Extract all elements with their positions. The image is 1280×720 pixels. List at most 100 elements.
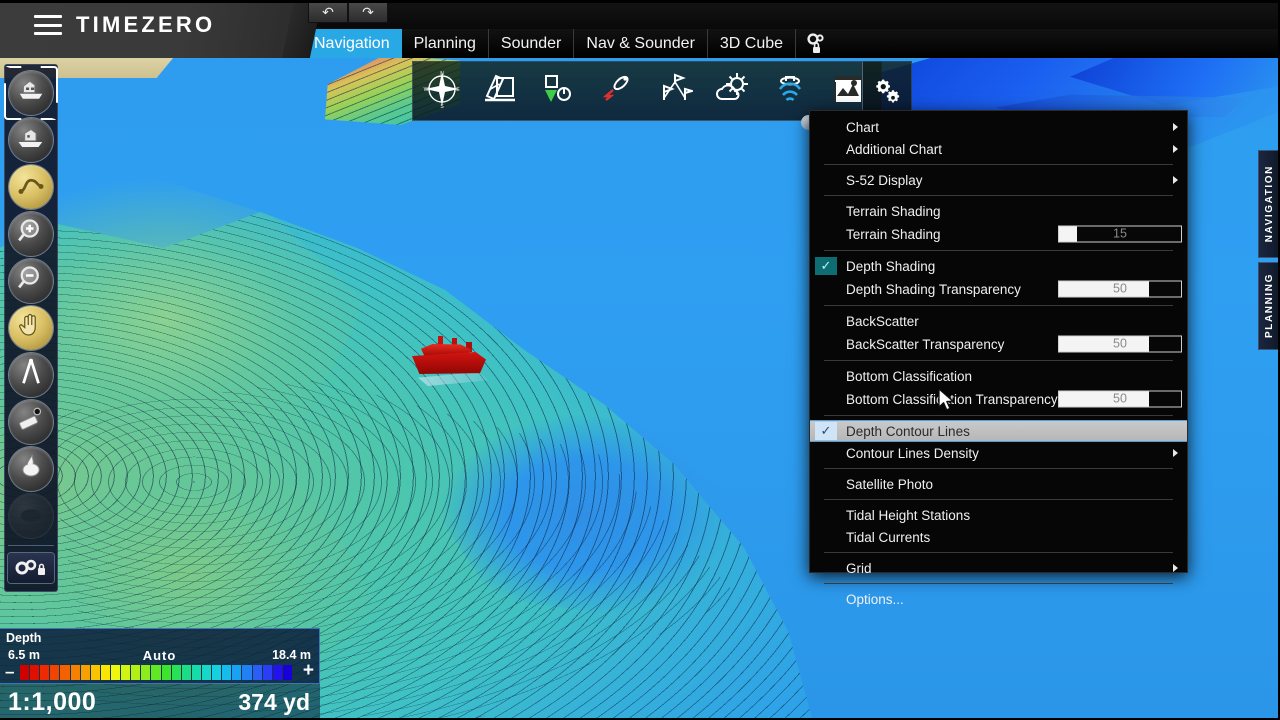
menu-item-grid[interactable]: Grid xyxy=(810,557,1187,579)
checkbox-empty-icon xyxy=(815,590,837,608)
fishing-lure-icon xyxy=(597,70,635,113)
menu-item-label: Additional Chart xyxy=(846,142,942,157)
workspace-tab-bar: NavigationPlanningSounderNav & Sounder3D… xyxy=(302,29,1280,58)
center-on-boat-tool[interactable] xyxy=(9,71,53,115)
own-ship-3d-model[interactable] xyxy=(408,336,490,380)
tab-navigation[interactable]: Navigation xyxy=(302,29,402,58)
depth-increase-button[interactable]: + xyxy=(303,662,314,679)
chevron-right-icon xyxy=(1173,449,1178,457)
vessel-hull xyxy=(412,352,486,374)
tab-sounder[interactable]: Sounder xyxy=(489,29,575,58)
mouse-cursor xyxy=(938,388,956,414)
sidebar-tab-navigation-label: NAVIGATION xyxy=(1264,165,1275,242)
menu-item-bottom-classification[interactable]: Bottom Classification xyxy=(810,365,1187,387)
tab-3d-cube[interactable]: 3D Cube xyxy=(708,29,796,58)
menu-item-terrain-shading[interactable]: Terrain Shading xyxy=(810,200,1187,222)
menu-item-label: Depth Shading Transparency xyxy=(846,282,1021,297)
menu-item-depth-shading-transparency[interactable]: Depth Shading Transparency 50 xyxy=(810,277,1187,301)
menu-item-bottom-classification-transparency[interactable]: Bottom Classification Transparency50 xyxy=(810,387,1187,411)
boat-icon xyxy=(16,122,46,158)
menu-item-terrain-shading[interactable]: Terrain Shading15 xyxy=(810,222,1187,246)
menu-item-label: Depth Contour Lines xyxy=(846,424,970,439)
redo-button[interactable]: ↷ xyxy=(348,1,388,23)
left-toolbar-settings-button[interactable] xyxy=(8,553,54,583)
depth-color-swatch xyxy=(222,665,231,680)
boat-tool[interactable] xyxy=(9,118,53,162)
menu-item-label: Chart xyxy=(846,120,879,135)
zoom-in-tool[interactable] xyxy=(9,212,53,256)
hamburger-icon[interactable] xyxy=(34,15,62,35)
slider-bottom-classification-transparency[interactable]: 50 xyxy=(1058,391,1182,408)
depth-color-scale[interactable] xyxy=(20,665,292,680)
depth-color-swatch xyxy=(40,665,49,680)
eraser-tool[interactable] xyxy=(9,400,53,444)
gears-lock-icon xyxy=(804,32,828,56)
route-tool[interactable] xyxy=(9,165,53,209)
menu-item-satellite-photo[interactable]: Satellite Photo xyxy=(810,473,1187,495)
sidebar-tab-planning-label: PLANNING xyxy=(1264,273,1275,338)
zoom-out-tool[interactable] xyxy=(9,259,53,303)
brand-bar: TIMEZERO xyxy=(0,0,302,58)
undo-button[interactable]: ↶ xyxy=(308,1,348,23)
slider-terrain-shading[interactable]: 15 xyxy=(1058,226,1182,243)
menu-separator xyxy=(824,360,1173,361)
menu-separator xyxy=(824,468,1173,469)
tab-settings-icon[interactable] xyxy=(796,29,836,58)
menu-item-label: Grid xyxy=(846,561,872,576)
depth-color-swatch xyxy=(141,665,150,680)
checkmark-icon: ✓ xyxy=(815,422,837,440)
objects-tool[interactable] xyxy=(529,62,587,120)
svg-text:E: E xyxy=(456,87,460,93)
depth-color-swatch xyxy=(111,665,120,680)
depth-color-swatch xyxy=(30,665,39,680)
menu-item-tidal-height-stations[interactable]: Tidal Height Stations xyxy=(810,504,1187,526)
chevron-right-icon xyxy=(1173,176,1178,184)
menu-item-label: BackScatter Transparency xyxy=(846,337,1004,352)
measure-tool[interactable] xyxy=(9,353,53,397)
menu-item-label: Bottom Classification xyxy=(846,369,972,384)
slider-depth-shading-transparency[interactable]: 50 xyxy=(1058,281,1182,298)
menu-item-contour-lines-density[interactable]: Contour Lines Density xyxy=(810,442,1187,464)
menu-item-backscatter[interactable]: BackScatter xyxy=(810,310,1187,332)
paint-drop-icon xyxy=(16,451,46,487)
sidebar-tab-navigation[interactable]: NAVIGATION xyxy=(1258,150,1280,258)
tab-planning[interactable]: Planning xyxy=(402,29,489,58)
app-title: TIMEZERO xyxy=(76,12,215,38)
checkbox-empty-icon xyxy=(815,225,837,243)
hand-icon xyxy=(16,310,46,346)
menu-item-s-52-display[interactable]: S-52 Display xyxy=(810,169,1187,191)
menu-item-backscatter-transparency[interactable]: BackScatter Transparency 50 xyxy=(810,332,1187,356)
disabled-tool[interactable] xyxy=(9,494,53,538)
menu-item-label: Options... xyxy=(846,592,904,607)
slider-value: 15 xyxy=(1059,227,1181,242)
left-tool-sidebar xyxy=(4,64,58,592)
depth-color-swatch xyxy=(283,665,292,680)
depth-color-swatch xyxy=(253,665,262,680)
marks-tool[interactable] xyxy=(645,62,703,120)
menu-item-depth-shading[interactable]: ✓Depth Shading xyxy=(810,255,1187,277)
menu-item-label: S-52 Display xyxy=(846,173,923,188)
slider-value: 50 xyxy=(1059,392,1181,407)
sidebar-tab-planning[interactable]: PLANNING xyxy=(1258,262,1280,350)
pan-tool[interactable] xyxy=(9,306,53,350)
compass-tool[interactable]: NSEW xyxy=(413,62,471,120)
weather-tool[interactable] xyxy=(703,62,761,120)
menu-item-tidal-currents[interactable]: Tidal Currents xyxy=(810,526,1187,548)
menu-separator xyxy=(824,499,1173,500)
menu-separator xyxy=(824,305,1173,306)
slider-backscatter-transparency[interactable]: 50 xyxy=(1058,336,1182,353)
paint-tool[interactable] xyxy=(9,447,53,491)
target-tool[interactable] xyxy=(587,62,645,120)
tab-nav-sounder[interactable]: Nav & Sounder xyxy=(574,29,708,58)
boat-centered-icon xyxy=(16,75,46,111)
eraser-icon xyxy=(16,404,46,440)
depth-decrease-button[interactable]: – xyxy=(5,665,14,678)
gears-icon xyxy=(872,76,902,106)
chart-tool[interactable] xyxy=(471,62,529,120)
menu-item-chart[interactable]: Chart xyxy=(810,116,1187,138)
menu-item-additional-chart[interactable]: Additional Chart xyxy=(810,138,1187,160)
menu-item-options[interactable]: Options... xyxy=(810,588,1187,610)
depth-color-swatch xyxy=(71,665,80,680)
undo-redo-group: ↶ ↷ xyxy=(308,1,388,23)
menu-item-depth-contour-lines[interactable]: ✓ Depth Contour Lines xyxy=(810,420,1187,442)
